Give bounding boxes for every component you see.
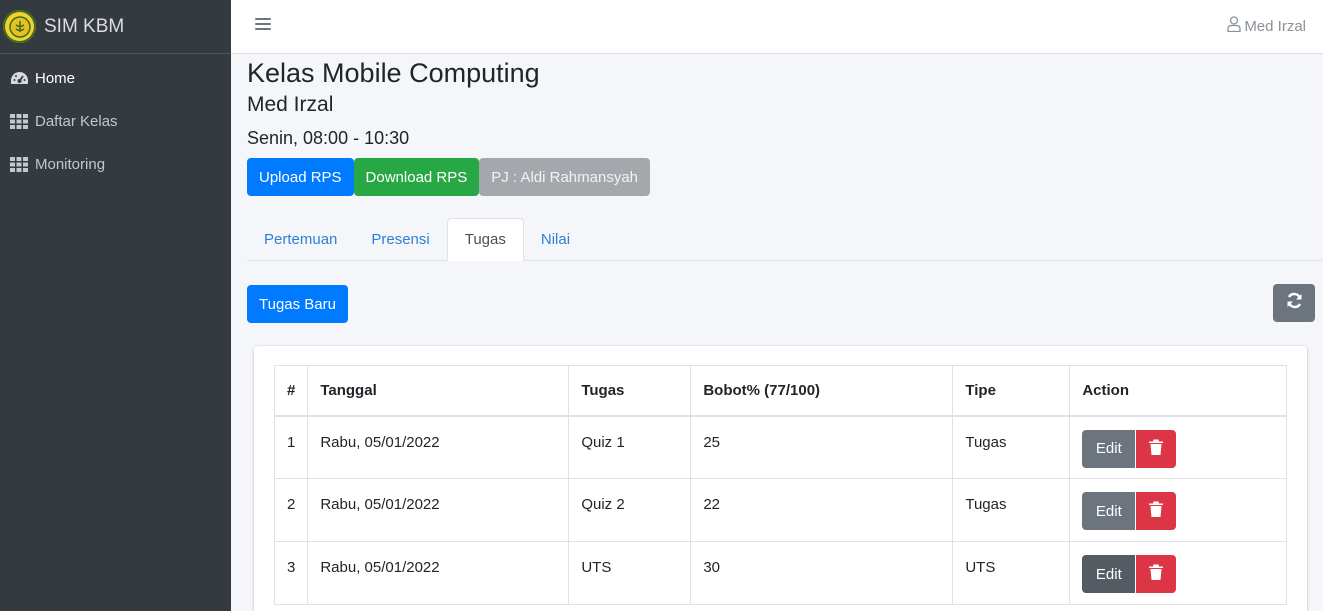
- row-weight: 25: [690, 415, 954, 479]
- row-weight: 30: [690, 541, 954, 605]
- new-task-button[interactable]: Tugas Baru: [247, 285, 348, 323]
- tab-tugas[interactable]: Tugas: [446, 218, 524, 261]
- row-actions: Edit: [1069, 415, 1287, 479]
- task-table-card: # Tanggal Tugas Bobot% (77/100) Tipe Act…: [254, 346, 1307, 611]
- row-type: UTS: [952, 541, 1071, 605]
- class-schedule: Senin, 08:00 - 10:30: [247, 128, 410, 148]
- sidebar-item-label: Home: [35, 70, 76, 87]
- column-header: Tugas: [568, 365, 692, 417]
- row-actions: Edit: [1069, 541, 1287, 605]
- column-header: Bobot% (77/100): [690, 365, 954, 417]
- refresh-button[interactable]: [1273, 284, 1315, 322]
- sidebar-item-home[interactable]: Home: [0, 57, 231, 100]
- column-header: Tipe: [952, 365, 1071, 417]
- delete-button[interactable]: [1136, 555, 1177, 593]
- row-task: UTS: [568, 541, 692, 605]
- column-header: #: [273, 365, 309, 417]
- sidebar-item-label: Monitoring: [35, 156, 106, 173]
- sidebar-nav: Home Daftar Kelas Monitoring: [0, 54, 231, 186]
- pj-badge: PJ : Aldi Rahmansyah: [479, 158, 651, 196]
- sidebar: SIM KBM Home Daftar Kelas Monitoring: [0, 0, 231, 611]
- edit-button[interactable]: Edit: [1082, 429, 1136, 468]
- row-number: 2: [273, 478, 309, 542]
- refresh-icon: [1286, 292, 1303, 314]
- trash-icon: [1149, 501, 1164, 521]
- row-date: Rabu, 05/01/2022: [307, 541, 570, 605]
- edit-button[interactable]: Edit: [1082, 555, 1136, 593]
- sidebar-item-monitoring[interactable]: Monitoring: [0, 143, 231, 186]
- tab-nilai[interactable]: Nilai: [524, 218, 587, 261]
- row-task: Quiz 2: [568, 478, 692, 542]
- tab-presensi[interactable]: Presensi: [354, 218, 446, 261]
- edit-button[interactable]: Edit: [1082, 492, 1136, 530]
- task-table: # Tanggal Tugas Bobot% (77/100) Tipe Act…: [273, 365, 1287, 605]
- top-navbar: Med Irzal: [231, 0, 1323, 54]
- brand-logo-icon: [3, 10, 36, 43]
- download-rps-button[interactable]: Download RPS: [353, 158, 480, 196]
- row-type: Tugas: [952, 415, 1071, 479]
- main-content: Kelas Mobile Computing Med Irzal Senin, …: [247, 54, 1323, 323]
- sidebar-item-daftar-kelas[interactable]: Daftar Kelas: [0, 100, 231, 143]
- user-icon: [1227, 16, 1241, 36]
- column-header: Tanggal: [307, 365, 570, 417]
- tab-pertemuan[interactable]: Pertemuan: [247, 218, 354, 261]
- row-actions: Edit: [1069, 478, 1287, 542]
- rps-button-group: Upload RPS Download RPS PJ : Aldi Rahman…: [247, 158, 1315, 196]
- delete-button[interactable]: [1136, 492, 1177, 530]
- row-task: Quiz 1: [568, 415, 692, 479]
- class-tabs: Pertemuan Presensi Tugas Nilai: [247, 218, 1323, 261]
- row-type: Tugas: [952, 478, 1071, 542]
- trash-icon: [1149, 564, 1164, 584]
- table-row: 3 Rabu, 05/01/2022 UTS 30 UTS Edit: [273, 541, 1287, 605]
- row-weight: 22: [690, 478, 954, 542]
- row-date: Rabu, 05/01/2022: [307, 478, 570, 542]
- user-name: Med Irzal: [1244, 17, 1306, 35]
- dashboard-icon: [9, 71, 29, 87]
- trash-icon: [1149, 439, 1164, 459]
- sidebar-item-label: Daftar Kelas: [35, 113, 118, 130]
- row-number: 3: [273, 541, 309, 605]
- table-row: 1 Rabu, 05/01/2022 Quiz 1 25 Tugas Edit: [273, 415, 1287, 479]
- brand-link[interactable]: SIM KBM: [0, 0, 231, 54]
- table-row: 2 Rabu, 05/01/2022 Quiz 2 22 Tugas Edit: [273, 478, 1287, 542]
- table-header-row: # Tanggal Tugas Bobot% (77/100) Tipe Act…: [273, 365, 1287, 417]
- brand-name: SIM KBM: [44, 15, 125, 37]
- grid-icon: [9, 114, 29, 130]
- upload-rps-button[interactable]: Upload RPS: [247, 158, 354, 196]
- lecturer-name: Med Irzal: [247, 93, 334, 116]
- row-number: 1: [273, 415, 309, 479]
- user-menu[interactable]: Med Irzal: [1227, 16, 1306, 36]
- menu-toggle-icon[interactable]: [255, 18, 271, 32]
- column-header: Action: [1069, 365, 1287, 417]
- delete-button[interactable]: [1136, 429, 1177, 468]
- grid-icon: [9, 157, 29, 173]
- row-date: Rabu, 05/01/2022: [307, 415, 570, 479]
- page-title: Kelas Mobile Computing: [247, 58, 540, 88]
